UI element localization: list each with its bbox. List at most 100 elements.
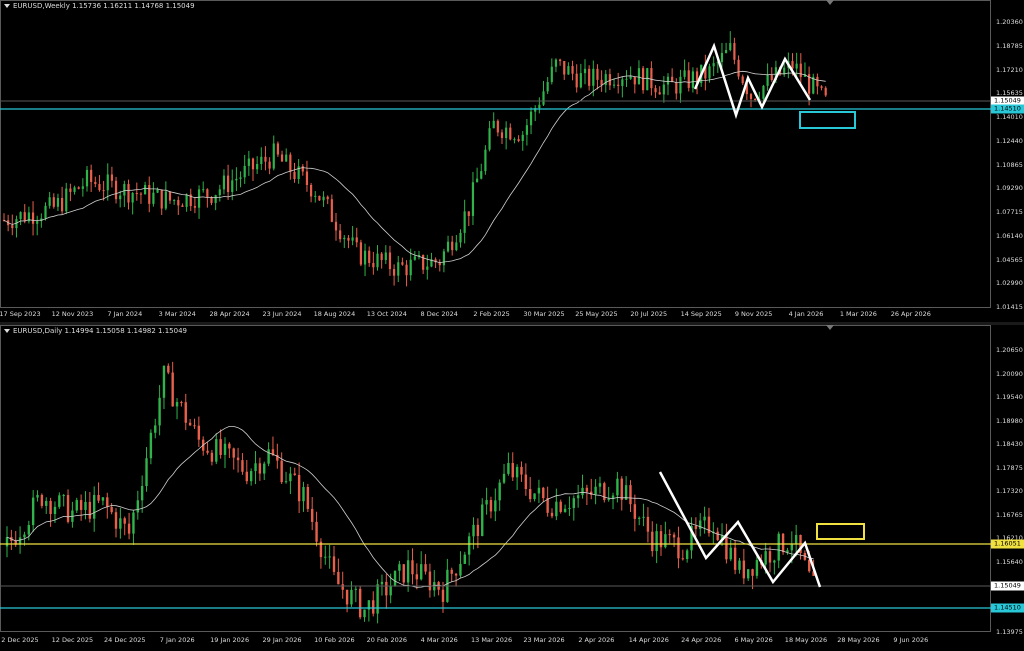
daily-candle-body <box>389 586 392 596</box>
daily-candle-body <box>249 471 253 482</box>
weekly-chart-panel[interactable]: EURUSD,Weekly 1.15736 1.16211 1.14768 1.… <box>0 0 1024 320</box>
daily-candle-body <box>75 500 78 511</box>
weekly-candle-body <box>160 189 163 209</box>
daily-x-tick-label: 24 Apr 2026 <box>681 636 722 644</box>
daily-chart-panel[interactable]: EURUSD,Daily 1.14994 1.15058 1.14982 1.1… <box>0 325 1024 651</box>
weekly-candle-body <box>525 125 528 135</box>
daily-candle-body <box>188 422 192 426</box>
daily-candle-body <box>406 560 410 583</box>
daily-candle-body <box>685 550 689 559</box>
weekly-candle-body <box>687 70 690 88</box>
daily-candle-body <box>5 537 9 547</box>
daily-candle-body <box>598 483 602 487</box>
daily-candle-body <box>542 487 545 499</box>
weekly-candle-body <box>426 266 429 270</box>
weekly-candle-body <box>646 68 649 91</box>
weekly-candle-body <box>301 166 304 172</box>
weekly-candle-body <box>720 52 724 63</box>
weekly-y-tick-label: 1.04565 <box>996 255 1023 264</box>
weekly-candle-body <box>368 250 371 263</box>
daily-price-plot[interactable] <box>0 325 991 632</box>
daily-candle-body <box>463 554 466 564</box>
daily-x-tick-label: 29 Jan 2026 <box>262 636 302 644</box>
weekly-y-tick-label: 1.10865 <box>996 160 1023 169</box>
weekly-candle-body <box>467 211 470 216</box>
daily-candle-body <box>402 564 405 583</box>
weekly-candle-body <box>23 212 26 222</box>
daily-candle-body <box>241 460 244 472</box>
weekly-candle-body <box>69 188 72 192</box>
weekly-x-tick-label: 26 Apr 2026 <box>890 310 931 318</box>
weekly-candle-body <box>156 189 159 193</box>
weekly-candle-body <box>650 68 653 89</box>
daily-candle-body <box>62 495 65 497</box>
daily-candle-body <box>132 512 135 534</box>
weekly-candle-body <box>293 171 296 180</box>
weekly-y-tick-label: 1.09290 <box>996 184 1023 193</box>
weekly-candle-body <box>106 174 109 191</box>
daily-candle-body <box>228 443 231 449</box>
daily-candle-body <box>337 571 340 585</box>
daily-candle-body <box>476 524 480 537</box>
daily-candle-body <box>633 504 637 519</box>
daily-candle-body <box>206 450 209 453</box>
daily-candle-body <box>694 526 698 529</box>
weekly-candle-body <box>127 183 130 203</box>
daily-x-tick-label: 14 Apr 2026 <box>628 636 669 644</box>
daily-candle-body <box>515 466 519 478</box>
weekly-candle-body <box>36 221 39 224</box>
daily-candle-body <box>729 547 732 560</box>
weekly-candle-body <box>131 193 134 203</box>
daily-candle-body <box>747 569 750 579</box>
daily-candle-body <box>380 581 384 585</box>
daily-price-tag: 1.15049 <box>991 581 1024 591</box>
weekly-candle-body <box>455 242 458 251</box>
daily-candle-body <box>533 493 536 500</box>
daily-candle-body <box>659 531 663 548</box>
daily-candle-body <box>263 463 266 474</box>
daily-candle-body <box>167 365 170 373</box>
daily-candle-body <box>101 497 105 501</box>
daily-candle-body <box>289 473 292 482</box>
daily-candle-body <box>158 397 161 426</box>
weekly-candle-body <box>762 85 765 99</box>
weekly-candle-body <box>588 68 591 86</box>
daily-candle-body <box>629 485 632 505</box>
weekly-candle-body <box>712 63 715 67</box>
weekly-candle-body <box>119 195 122 200</box>
weekly-x-tick-label: 25 May 2025 <box>575 310 618 318</box>
weekly-candle-body <box>517 139 520 141</box>
weekly-y-tick-label: 1.20360 <box>996 18 1023 26</box>
weekly-candle-body <box>235 178 238 181</box>
weekly-candle-body <box>114 180 118 200</box>
weekly-x-tick-label: 23 Jun 2024 <box>262 310 302 318</box>
weekly-candle-body <box>376 253 379 268</box>
weekly-candle-body <box>571 66 574 74</box>
daily-resistance-level-tag: 1.16051 <box>991 539 1024 549</box>
daily-candle-body <box>546 498 549 513</box>
daily-candle-body <box>245 471 248 482</box>
weekly-candle-body <box>729 43 732 51</box>
weekly-candle-body <box>666 76 670 85</box>
daily-candle-body <box>485 500 488 505</box>
weekly-candle-body <box>218 189 221 196</box>
weekly-candle-body <box>471 182 475 216</box>
weekly-candle-body <box>754 98 757 100</box>
weekly-candle-body <box>139 193 143 195</box>
daily-candle-body <box>790 544 793 551</box>
weekly-candle-body <box>19 212 22 220</box>
weekly-candle-body <box>737 59 740 77</box>
weekly-candle-body <box>289 154 292 172</box>
weekly-candle-body <box>459 232 462 243</box>
daily-candle-body <box>411 560 414 575</box>
daily-candle-body <box>119 518 122 529</box>
daily-candle-body <box>232 448 235 458</box>
weekly-candle-body <box>260 156 263 164</box>
daily-candle-body <box>716 531 719 541</box>
weekly-candle-body <box>749 94 753 99</box>
daily-candle-body <box>781 533 785 553</box>
daily-candle-body <box>180 402 183 404</box>
weekly-y-tick-label: 1.01415 <box>996 303 1023 311</box>
daily-candle-body <box>502 473 506 483</box>
weekly-price-plot[interactable] <box>0 0 991 308</box>
